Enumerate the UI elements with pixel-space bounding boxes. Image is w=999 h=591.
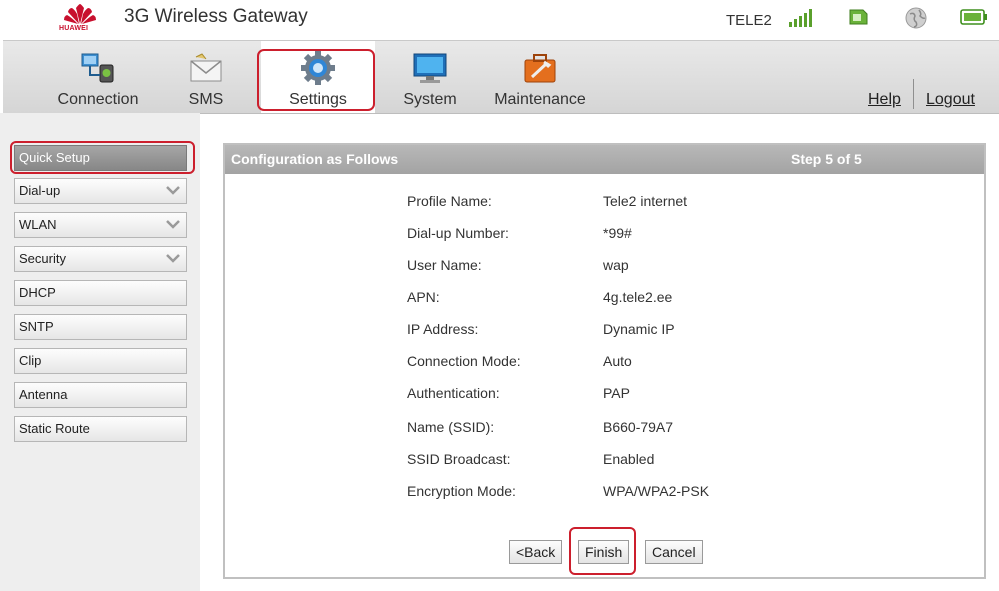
help-link[interactable]: Help bbox=[868, 91, 901, 109]
operator-name: TELE2 bbox=[726, 12, 772, 29]
back-button[interactable]: <Back bbox=[509, 540, 563, 564]
field-value-user-name: wap bbox=[603, 257, 629, 273]
sidebar-item-dhcp[interactable]: DHCP bbox=[14, 280, 187, 306]
nav-system-label: System bbox=[403, 91, 457, 108]
sms-envelope-icon bbox=[190, 53, 222, 82]
nav-maintenance[interactable]: Maintenance bbox=[487, 41, 593, 113]
quick-setup-highlight-annotation bbox=[10, 141, 195, 174]
field-value-encryption-mode: WPA/WPA2-PSK bbox=[603, 483, 710, 499]
configuration-summary-panel: Configuration as Follows Step 5 of 5 Pro… bbox=[223, 143, 986, 579]
field-label-authentication: Authentication: bbox=[407, 385, 500, 401]
sidebar-item-label: Dial-up bbox=[19, 183, 61, 198]
field-label-ip-address: IP Address: bbox=[407, 321, 479, 337]
field-value-dial-up-number: *99# bbox=[603, 225, 632, 241]
globe-icon bbox=[905, 7, 927, 29]
sidebar-item-wlan[interactable]: WLAN bbox=[14, 212, 187, 238]
app-title: 3G Wireless Gateway bbox=[124, 6, 308, 27]
nav-connection-label: Connection bbox=[57, 91, 139, 108]
field-label-apn: APN: bbox=[407, 289, 440, 305]
sidebar-item-sntp[interactable]: SNTP bbox=[14, 314, 187, 340]
sidebar-item-antenna[interactable]: Antenna bbox=[14, 382, 187, 408]
nav-connection[interactable]: Connection bbox=[43, 41, 153, 113]
sidebar-item-security[interactable]: Security bbox=[14, 246, 187, 272]
nav-maintenance-label: Maintenance bbox=[494, 91, 586, 108]
battery-icon bbox=[960, 9, 987, 25]
nav-system[interactable]: System bbox=[389, 41, 471, 113]
nav-divider bbox=[913, 79, 914, 109]
sidebar-item-label: Antenna bbox=[19, 387, 68, 402]
field-value-connection-mode: Auto bbox=[603, 353, 632, 369]
chevron-down-icon bbox=[166, 254, 180, 263]
field-label-dial-up-number: Dial-up Number: bbox=[407, 225, 509, 241]
settings-highlight-annotation bbox=[257, 49, 375, 111]
connection-icon bbox=[81, 53, 114, 83]
sidebar-item-label: SNTP bbox=[19, 319, 54, 334]
system-monitor-icon bbox=[413, 53, 447, 83]
nav-sms[interactable]: SMS bbox=[173, 41, 239, 113]
sidebar-item-label: Static Route bbox=[19, 421, 90, 436]
sidebar-item-label: DHCP bbox=[19, 285, 56, 300]
field-label-profile-name: Profile Name: bbox=[407, 193, 492, 209]
logout-link[interactable]: Logout bbox=[926, 91, 975, 109]
maintenance-toolbox-icon bbox=[524, 54, 556, 83]
field-value-ip-address: Dynamic IP bbox=[603, 321, 675, 337]
chevron-down-icon bbox=[166, 220, 180, 229]
field-value-profile-name: Tele2 internet bbox=[603, 193, 688, 209]
signal-strength-icon bbox=[789, 9, 812, 27]
sidebar-item-label: Security bbox=[19, 251, 66, 266]
sidebar-item-label: Clip bbox=[19, 353, 42, 368]
top-header: HUAWEI 3G Wireless Gateway TELE2 bbox=[0, 0, 999, 40]
panel-header: Configuration as Follows Step 5 of 5 bbox=[225, 145, 984, 174]
field-value-ssid: B660-79A7 bbox=[603, 419, 674, 435]
field-value-ssid-broadcast: Enabled bbox=[603, 451, 655, 467]
sidebar-item-static-route[interactable]: Static Route bbox=[14, 416, 187, 442]
field-label-ssid-broadcast: SSID Broadcast: bbox=[407, 451, 511, 467]
field-label-encryption-mode: Encryption Mode: bbox=[407, 483, 516, 499]
sim-card-icon bbox=[849, 9, 868, 25]
field-label-connection-mode: Connection Mode: bbox=[407, 353, 521, 369]
panel-title: Configuration as Follows bbox=[231, 151, 399, 167]
cancel-button[interactable]: Cancel bbox=[645, 540, 703, 564]
field-value-authentication: PAP bbox=[603, 385, 630, 401]
field-label-user-name: User Name: bbox=[407, 257, 482, 273]
sidebar-item-label: WLAN bbox=[19, 217, 57, 232]
main-nav: Connection SMS Settings System Maintenan… bbox=[3, 40, 999, 114]
sidebar-item-clip[interactable]: Clip bbox=[14, 348, 187, 374]
finish-highlight-annotation bbox=[569, 527, 636, 575]
nav-sms-label: SMS bbox=[188, 91, 224, 108]
sidebar-item-dial-up[interactable]: Dial-up bbox=[14, 178, 187, 204]
field-value-apn: 4g.tele2.ee bbox=[603, 289, 673, 305]
field-label-ssid: Name (SSID): bbox=[407, 419, 495, 435]
huawei-logo-icon bbox=[64, 4, 96, 24]
step-indicator: Step 5 of 5 bbox=[791, 151, 862, 167]
chevron-down-icon bbox=[166, 186, 180, 195]
brand-text: HUAWEI bbox=[59, 25, 89, 32]
